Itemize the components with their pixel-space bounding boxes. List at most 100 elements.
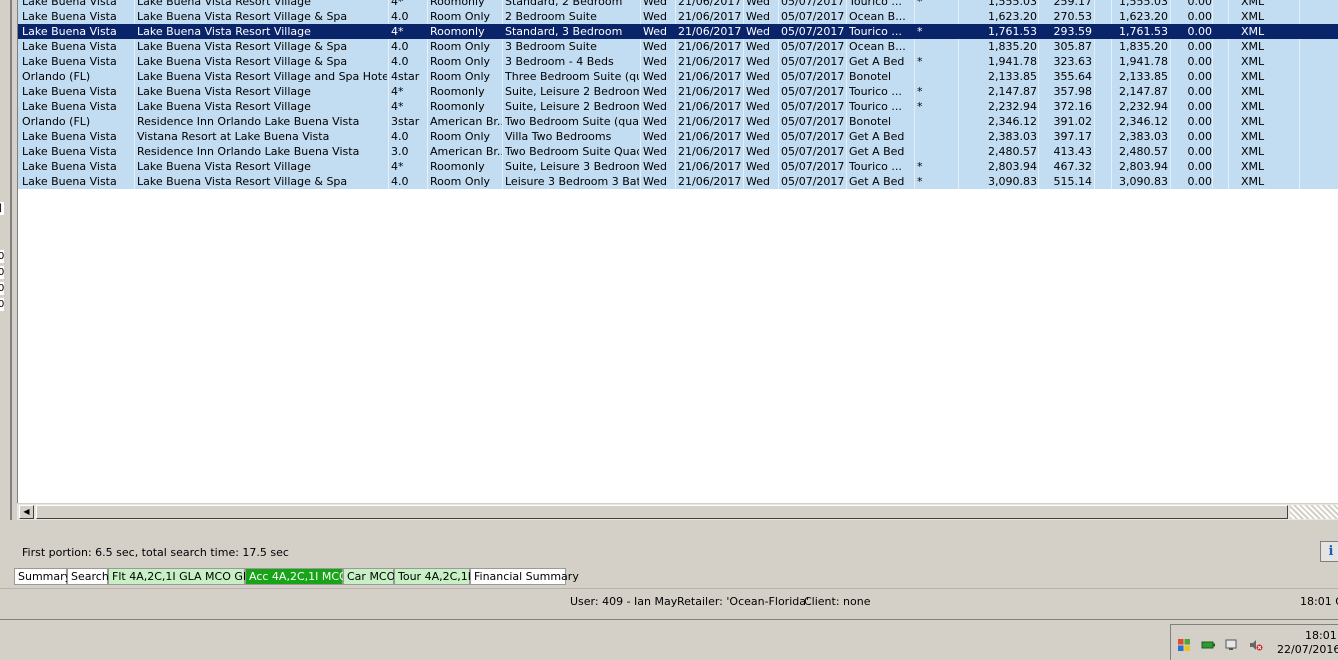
column-separator <box>778 114 779 129</box>
cell-checkin-day: Wed <box>643 10 667 23</box>
cell-checkout-day: Wed <box>746 85 770 98</box>
column-separator <box>846 69 847 84</box>
table-row[interactable]: Lake Buena Vista Lake Buena Vista Resort … <box>18 54 1338 69</box>
column-separator <box>1212 159 1213 174</box>
search-status-panel: First portion: 6.5 sec, total search tim… <box>12 520 1338 568</box>
column-separator <box>743 9 744 24</box>
column-separator <box>1212 9 1213 24</box>
table-row[interactable]: Orlando (FL) Lake Buena Vista Resort Vill… <box>18 69 1338 84</box>
table-row[interactable]: Lake Buena Vista Vistana Resort at Lake B… <box>18 129 1338 144</box>
column-separator <box>388 69 389 84</box>
cell-per-person: 391.02 <box>1053 115 1093 128</box>
cell-board: Room Only <box>430 130 491 143</box>
cell-total: 1,555.03 <box>988 0 1037 8</box>
table-row[interactable]: Lake Buena Vista Lake Buena Vista Resort … <box>18 9 1338 24</box>
scroll-thumb[interactable] <box>36 505 1288 519</box>
cell-location: Lake Buena Vista <box>22 0 117 8</box>
panel-splitter[interactable] <box>10 0 12 520</box>
tab-acc[interactable]: Acc 4A,2C,1I MCO <box>245 568 348 585</box>
cell-checkout-day: Wed <box>746 175 770 188</box>
cell-checkout-day: Wed <box>746 130 770 143</box>
table-row[interactable]: Lake Buena Vista Lake Buena Vista Resort … <box>18 99 1338 114</box>
left-panel-fragment: 0 <box>0 282 4 295</box>
cell-flag <box>917 9 937 24</box>
volume-muted-icon[interactable] <box>1249 638 1263 652</box>
cell-checkout-date: 05/07/2017 <box>781 100 845 113</box>
cell-per-person: 270.53 <box>1053 10 1093 23</box>
horizontal-scrollbar[interactable]: ◀ <box>17 503 1338 520</box>
column-separator <box>1299 84 1300 99</box>
table-row[interactable]: Lake Buena Vista Lake Buena Vista Resort … <box>18 39 1338 54</box>
scroll-track[interactable] <box>1290 505 1338 519</box>
cell-per-person: 372.16 <box>1053 100 1093 113</box>
column-separator <box>640 9 641 24</box>
tab-summary[interactable]: Summary <box>14 568 71 585</box>
tray-clock-time[interactable]: 18:01 <box>1305 629 1337 642</box>
cell-board: Room Only <box>430 55 491 68</box>
column-separator <box>914 39 915 54</box>
cell-discount: 0.00 <box>1187 40 1213 53</box>
cell-checkin-date: 21/06/2017 <box>678 55 742 68</box>
tab-strip: Summary Search Flt 4A,2C,1I GLA MCO GLA Acc… <box>14 568 1338 586</box>
cell-per-person: 293.59 <box>1053 25 1093 38</box>
column-separator <box>846 99 847 114</box>
tab-search[interactable]: Search <box>67 568 109 585</box>
column-separator <box>502 129 503 144</box>
monitor-icon[interactable] <box>1225 638 1239 652</box>
column-separator <box>1212 84 1213 99</box>
scroll-left-button[interactable]: ◀ <box>19 505 34 519</box>
cell-flag <box>917 39 937 54</box>
column-separator <box>388 54 389 69</box>
table-row[interactable]: Orlando (FL) Residence Inn Orlando Lake B… <box>18 114 1338 129</box>
cell-location: Lake Buena Vista <box>22 55 117 68</box>
table-row[interactable]: Lake Buena Vista Lake Buena Vista Resort … <box>18 174 1338 189</box>
column-separator <box>134 24 135 39</box>
cell-net: 3,090.83 <box>1119 175 1168 188</box>
column-separator <box>1212 39 1213 54</box>
tab-flt[interactable]: Flt 4A,2C,1I GLA MCO GLA <box>108 568 257 585</box>
cell-rating: 4* <box>391 100 404 113</box>
column-separator <box>427 114 428 129</box>
windows-flag-icon[interactable] <box>1177 638 1191 652</box>
cell-checkout-date: 05/07/2017 <box>781 85 845 98</box>
column-separator <box>1212 24 1213 39</box>
column-separator <box>1038 174 1039 189</box>
tab-car[interactable]: Car MCO <box>343 568 395 585</box>
column-separator <box>778 9 779 24</box>
table-row[interactable]: Lake Buena Vista Lake Buena Vista Resort … <box>18 159 1338 174</box>
left-panel: ] 0 0 0 0 <box>0 0 12 520</box>
column-separator <box>134 174 135 189</box>
cell-source: XML <box>1241 100 1265 113</box>
column-separator <box>640 114 641 129</box>
column-separator <box>134 69 135 84</box>
tab-financial[interactable]: Financial Summary <box>470 568 579 585</box>
column-separator <box>502 174 503 189</box>
column-separator <box>958 69 959 84</box>
cell-checkin-date: 21/06/2017 <box>678 0 742 8</box>
tray-clock-date[interactable]: 22/07/2016 <box>1277 643 1338 656</box>
cell-rating: 4.0 <box>391 40 409 53</box>
cell-per-person: 397.17 <box>1053 130 1093 143</box>
cell-room-type: Suite, Leisure 2 Bedroom... <box>505 85 639 98</box>
cell-location: Lake Buena Vista <box>22 40 117 53</box>
column-separator <box>502 9 503 24</box>
tab-tour[interactable]: Tour 4A,2C,1I <box>394 568 471 585</box>
cell-board: American Br... <box>430 145 502 158</box>
column-separator <box>958 99 959 114</box>
cell-rating: 3.0 <box>391 145 409 158</box>
column-separator <box>1212 174 1213 189</box>
table-row[interactable]: Lake Buena Vista Residence Inn Orlando La… <box>18 144 1338 159</box>
table-row[interactable]: Lake Buena Vista Lake Buena Vista Resort … <box>18 0 1338 9</box>
column-separator <box>1094 9 1095 24</box>
info-button[interactable]: i <box>1320 541 1338 562</box>
column-separator <box>743 114 744 129</box>
table-row-selected[interactable]: Lake Buena Vista Lake Buena Vista Resort … <box>18 24 1338 39</box>
column-separator <box>958 9 959 24</box>
cell-hotel-name: Lake Buena Vista Resort Village <box>137 0 311 8</box>
table-row[interactable]: Lake Buena Vista Lake Buena Vista Resort … <box>18 84 1338 99</box>
cell-discount: 0.00 <box>1187 130 1213 143</box>
network-battery-icon[interactable] <box>1201 638 1215 652</box>
column-separator <box>1299 9 1300 24</box>
results-grid[interactable]: Lake Buena Vista Lake Buena Vista Resort … <box>17 0 1338 504</box>
cell-discount: 0.00 <box>1187 100 1213 113</box>
